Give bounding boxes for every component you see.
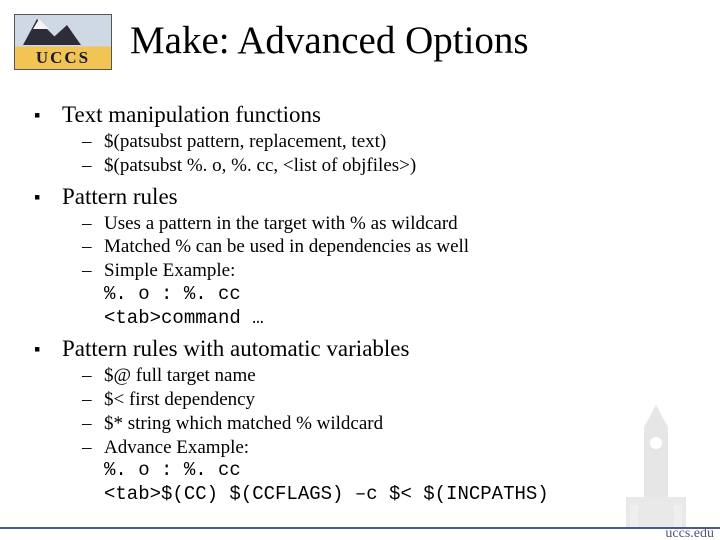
section-heading: ▪ Text manipulation functions (34, 102, 700, 128)
list-item: – Matched % can be used in dependencies … (82, 235, 700, 259)
item-text: Simple Example: (104, 259, 700, 283)
item-text: $(patsubst %. o, %. cc, <list of objfile… (104, 154, 700, 178)
dash-bullet-icon: – (82, 436, 104, 460)
dash-bullet-icon: – (82, 259, 104, 283)
item-text: $@ full target name (104, 364, 700, 388)
code-line: <tab>command … (104, 307, 700, 331)
uccs-logo: UCCS (14, 14, 112, 70)
section-heading: ▪ Pattern rules with automatic variables (34, 336, 700, 362)
list-item: – Simple Example: (82, 259, 700, 283)
code-line: %. o : %. cc (104, 283, 700, 307)
item-text: $< first dependency (104, 388, 700, 412)
logo-text: UCCS (15, 48, 111, 68)
item-text: $(patsubst pattern, replacement, text) (104, 130, 700, 154)
item-text: Advance Example: (104, 436, 700, 460)
list-item: – $* string which matched % wildcard (82, 412, 700, 436)
list-item: – $@ full target name (82, 364, 700, 388)
slide-body: ▪ Text manipulation functions – $(patsub… (34, 96, 700, 507)
code-line: <tab>$(CC) $(CCFLAGS) –c $< $(INCPATHS) (104, 483, 700, 507)
dash-bullet-icon: – (82, 130, 104, 154)
dash-bullet-icon: – (82, 212, 104, 236)
footer-divider (0, 527, 720, 529)
list-item: – $(patsubst %. o, %. cc, <list of objfi… (82, 154, 700, 178)
square-bullet-icon: ▪ (34, 184, 62, 210)
page-title: Make: Advanced Options (130, 18, 700, 63)
dash-bullet-icon: – (82, 154, 104, 178)
slide: UCCS Make: Advanced Options ▪ Text manip… (0, 0, 720, 540)
list-item: – Advance Example: (82, 436, 700, 460)
section-heading: ▪ Pattern rules (34, 184, 700, 210)
list-item: – Uses a pattern in the target with % as… (82, 212, 700, 236)
snowcap-icon (33, 19, 49, 29)
dash-bullet-icon: – (82, 412, 104, 436)
item-text: $* string which matched % wildcard (104, 412, 700, 436)
heading-text: Text manipulation functions (62, 102, 321, 128)
mountain-icon (45, 25, 81, 45)
list-item: – $(patsubst pattern, replacement, text) (82, 130, 700, 154)
dash-bullet-icon: – (82, 364, 104, 388)
heading-text: Pattern rules (62, 184, 178, 210)
dash-bullet-icon: – (82, 388, 104, 412)
footer-url: uccs.edu (665, 526, 714, 540)
list-item: – $< first dependency (82, 388, 700, 412)
heading-text: Pattern rules with automatic variables (62, 336, 409, 362)
item-text: Matched % can be used in dependencies as… (104, 235, 700, 259)
code-line: %. o : %. cc (104, 459, 700, 483)
square-bullet-icon: ▪ (34, 336, 62, 362)
dash-bullet-icon: – (82, 235, 104, 259)
item-text: Uses a pattern in the target with % as w… (104, 212, 700, 236)
square-bullet-icon: ▪ (34, 102, 62, 128)
